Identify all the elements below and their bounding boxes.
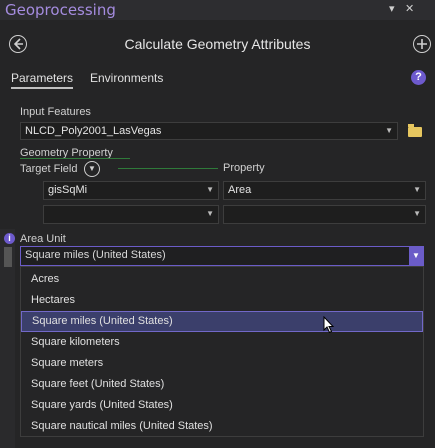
list-item[interactable]: Square feet (United States) — [21, 374, 423, 395]
pane-title: Geoprocessing — [5, 1, 116, 19]
area-unit-dropdown: Acres Hectares Square miles (United Stat… — [20, 266, 424, 437]
list-item[interactable]: Hectares — [21, 290, 423, 311]
info-icon: i — [4, 233, 15, 244]
list-item-selected[interactable]: Square miles (United States) — [21, 311, 423, 332]
input-features-select[interactable]: NLCD_Poly2001_LasVegas ▼ — [20, 122, 398, 140]
close-icon[interactable]: ✕ — [405, 2, 414, 15]
target-field-select[interactable]: gisSqMi ▼ — [43, 181, 219, 200]
area-unit-select[interactable]: Square miles (United States) ▼ — [20, 246, 424, 266]
list-item[interactable]: Square yards (United States) — [21, 395, 423, 416]
folder-icon[interactable] — [408, 124, 422, 137]
mouse-cursor-icon — [323, 315, 335, 337]
chevron-down-icon[interactable]: ▼ — [409, 247, 423, 265]
tool-title: Calculate Geometry Attributes — [124, 36, 311, 52]
list-item[interactable]: Acres — [21, 269, 423, 290]
tab-environments[interactable]: Environments — [90, 71, 163, 85]
tab-bar: Parameters Environments — [0, 69, 435, 91]
property-select[interactable]: Area ▼ — [223, 181, 426, 200]
help-icon[interactable]: ? — [411, 70, 426, 85]
property-value: Area — [228, 184, 252, 196]
divider — [20, 158, 130, 159]
add-icon[interactable] — [413, 35, 431, 53]
area-unit-value: Square miles (United States) — [25, 249, 166, 261]
chevron-down-icon[interactable]: ▼ — [385, 123, 393, 139]
pane-menu-chevron-icon[interactable]: ▾ — [389, 2, 395, 15]
property-label: Property — [223, 162, 265, 174]
tool-header: Calculate Geometry Attributes — [0, 27, 435, 61]
target-field-label: Target Field — [20, 163, 78, 175]
chevron-down-icon[interactable]: ▼ — [206, 182, 214, 198]
input-features-label: Input Features — [20, 106, 91, 118]
pane-titlebar: Geoprocessing ▾ ✕ — [0, 0, 435, 20]
area-unit-label: Area Unit — [20, 233, 66, 245]
chevron-down-icon[interactable]: ▼ — [413, 182, 421, 198]
list-item[interactable]: Square kilometers — [21, 332, 423, 353]
chevron-down-icon[interactable]: ▼ — [413, 206, 421, 222]
list-item[interactable]: Square nautical miles (United States) — [21, 416, 423, 437]
tab-parameters[interactable]: Parameters — [11, 71, 74, 89]
parameter-marker — [4, 247, 12, 267]
target-field-value: gisSqMi — [48, 184, 88, 196]
chevron-down-icon[interactable]: ▼ — [206, 206, 214, 222]
divider — [118, 168, 218, 169]
property-select-empty[interactable]: ▼ — [223, 205, 426, 224]
chevron-down-icon[interactable]: ▼ — [84, 161, 100, 177]
target-field-select-empty[interactable]: ▼ — [43, 205, 219, 224]
list-item[interactable]: Square meters — [21, 353, 423, 374]
input-features-value: NLCD_Poly2001_LasVegas — [25, 125, 162, 137]
